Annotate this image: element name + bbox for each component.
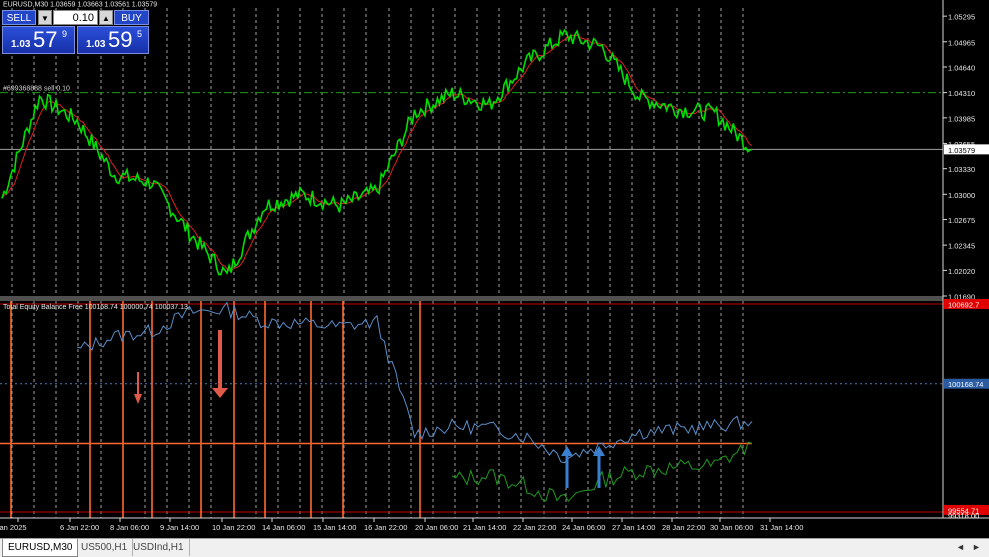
ask-pip-digit: 5 bbox=[137, 29, 143, 39]
time-axis-label: 6 Jan 22:00 bbox=[60, 523, 99, 532]
bid-big-digits: 57 bbox=[33, 27, 58, 52]
price-axis-label: 1.05295 bbox=[948, 13, 975, 22]
current-price-label: 1.03579 bbox=[948, 146, 975, 155]
ask-big-digits: 59 bbox=[108, 27, 133, 52]
time-axis-label: 28 Jan 22:00 bbox=[662, 523, 705, 532]
price-axis-label: 1.02675 bbox=[948, 216, 975, 225]
chart-canvas[interactable]: #699368888 sell 0.10 EURUSD,M30 1.03659 1… bbox=[0, 0, 989, 538]
buy-price-box[interactable]: 1.03 59 5 bbox=[77, 26, 149, 54]
arrow-shaft bbox=[137, 372, 139, 394]
time-axis-label: 3 Jan 2025 bbox=[0, 523, 27, 532]
tab-scroll-left-icon[interactable]: ◄ bbox=[956, 539, 965, 556]
order-label: #699368888 sell 0.10 bbox=[3, 86, 70, 93]
buy-button[interactable]: BUY bbox=[114, 10, 149, 25]
sell-price-box[interactable]: 1.03 57 9 bbox=[2, 26, 75, 54]
price-axis-label: 1.03985 bbox=[948, 114, 975, 123]
lot-size-input[interactable]: 0.10 bbox=[53, 10, 98, 25]
bid-pip-digit: 9 bbox=[62, 29, 68, 39]
lot-increase-button[interactable]: ▲ bbox=[99, 10, 113, 25]
arrow-shaft bbox=[597, 456, 601, 488]
lot-decrease-button[interactable]: ▼ bbox=[38, 10, 52, 25]
price-axis-label: 1.03330 bbox=[948, 165, 975, 174]
indicator-axis-label: 100168.74 bbox=[948, 380, 983, 389]
time-axis-label: 31 Jan 14:00 bbox=[760, 523, 803, 532]
pane-separator bbox=[0, 296, 943, 301]
time-axis-label: 20 Jan 06:00 bbox=[415, 523, 458, 532]
arrow-shaft bbox=[218, 330, 222, 388]
chart-tab-bar: EURUSD,M30 US500,H1 USDInd,H1 ◄ ► bbox=[0, 538, 989, 557]
bid-prefix: 1.03 bbox=[11, 39, 31, 50]
tab-us500-h1[interactable]: US500,H1 bbox=[76, 539, 134, 556]
tab-eurusd-m30[interactable]: EURUSD,M30 bbox=[2, 539, 79, 557]
symbol-info-label: EURUSD,M30 1.03659 1.03663 1.03561 1.035… bbox=[3, 2, 157, 9]
arrow-shaft bbox=[565, 456, 569, 488]
time-axis-label: 14 Jan 06:00 bbox=[262, 523, 305, 532]
price-axis-label: 1.02020 bbox=[948, 267, 975, 276]
time-axis-label: 24 Jan 06:00 bbox=[562, 523, 605, 532]
price-axis-label: 1.04310 bbox=[948, 89, 975, 98]
indicator-axis-label: 99318.00 bbox=[948, 512, 979, 521]
time-axis-label: 27 Jan 14:00 bbox=[612, 523, 655, 532]
price-axis-label: 1.03000 bbox=[948, 191, 975, 200]
indicator-axis-label: 100692.7 bbox=[948, 301, 979, 310]
price-axis-label: 1.04640 bbox=[948, 63, 975, 72]
time-axis-label: 22 Jan 22:00 bbox=[513, 523, 556, 532]
time-axis-label: 16 Jan 22:00 bbox=[364, 523, 407, 532]
time-axis-label: 9 Jan 14:00 bbox=[160, 523, 199, 532]
tab-scroll-right-icon[interactable]: ► bbox=[972, 539, 981, 556]
indicator-label: Total Equity Balance Free 100168.74 1000… bbox=[3, 304, 188, 311]
one-click-trading-panel: SELL ▼ 0.10 ▲ BUY 1.03 57 9 1.03 59 5 bbox=[2, 10, 149, 54]
time-axis-label: 10 Jan 22:00 bbox=[212, 523, 255, 532]
price-axis-label: 1.04965 bbox=[948, 38, 975, 47]
ask-prefix: 1.03 bbox=[86, 39, 106, 50]
price-axis-label: 1.02345 bbox=[948, 242, 975, 251]
time-axis-label: 21 Jan 14:00 bbox=[463, 523, 506, 532]
time-axis-label: 30 Jan 06:00 bbox=[710, 523, 753, 532]
chart-background bbox=[0, 0, 989, 538]
time-axis-label: 8 Jan 06:00 bbox=[110, 523, 149, 532]
tab-usdind-h1[interactable]: USDInd,H1 bbox=[128, 539, 190, 556]
sell-button[interactable]: SELL bbox=[2, 10, 36, 25]
time-axis-label: 15 Jan 14:00 bbox=[313, 523, 356, 532]
